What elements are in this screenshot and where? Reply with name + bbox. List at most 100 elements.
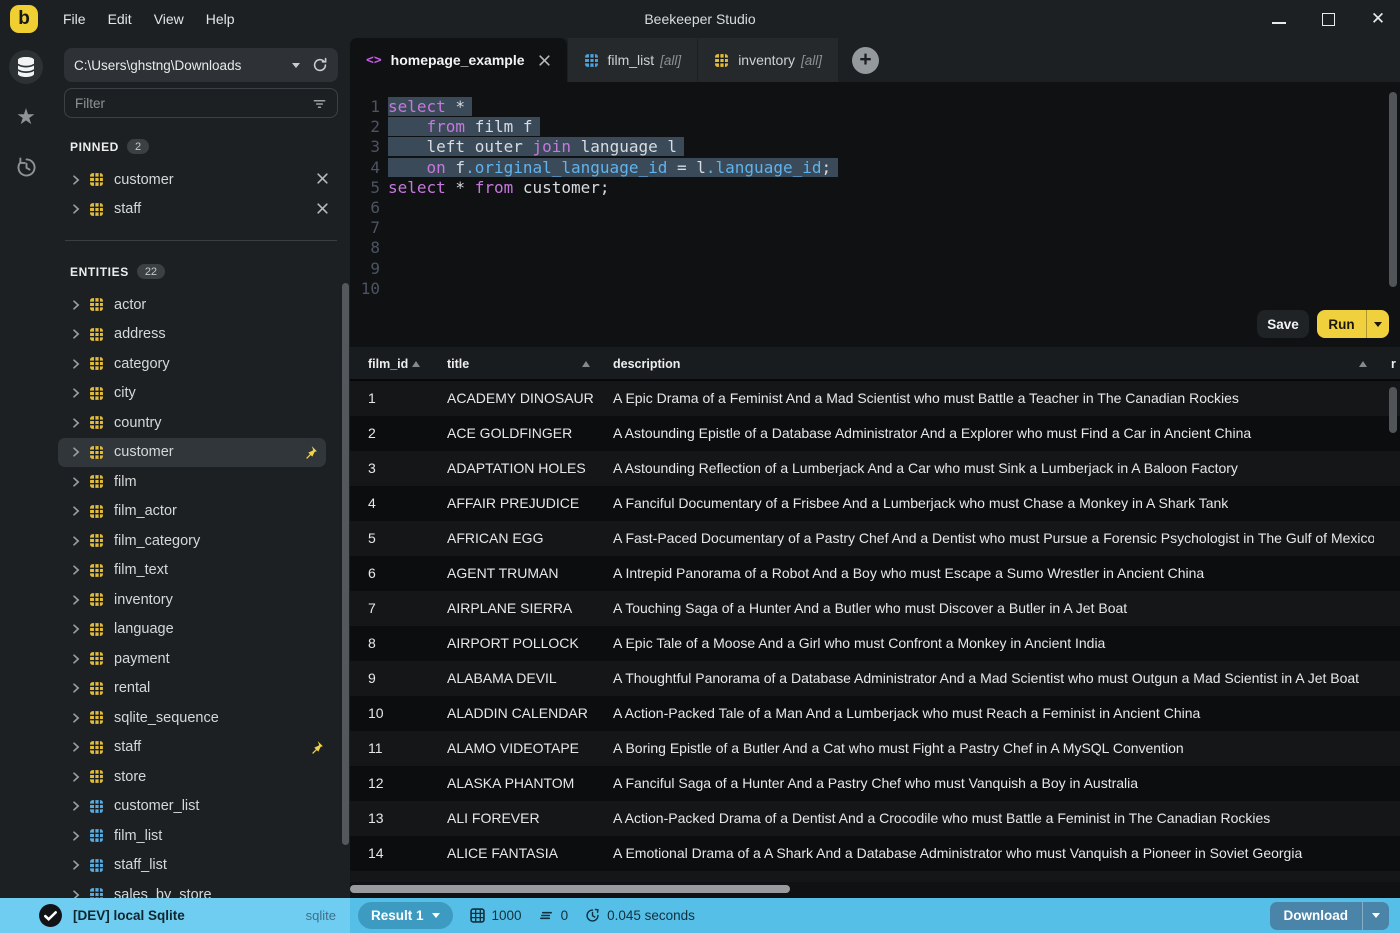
table-row[interactable]: 2 ACE GOLDFINGER A Astounding Epistle of a…	[350, 416, 1400, 451]
sidebar-item-rental[interactable]: rental	[52, 674, 350, 704]
chevron-right-icon[interactable]	[70, 417, 82, 429]
sidebar-item-staff_list[interactable]: staff_list	[52, 851, 350, 881]
minimize-icon[interactable]	[1272, 15, 1286, 24]
menu-view[interactable]: View	[143, 7, 195, 31]
chevron-right-icon[interactable]	[70, 653, 82, 665]
entity-filter[interactable]	[64, 88, 338, 118]
table-row[interactable]: 14 ALICE FANTASIA A Emotional Drama of a A…	[350, 836, 1400, 871]
table-row[interactable]: 1 ACADEMY DINOSAUR A Epic Drama of a Femin…	[350, 381, 1400, 416]
tab-inventory[interactable]: inventory [all]	[698, 38, 839, 82]
sidebar-item-film_text[interactable]: film_text	[52, 556, 350, 586]
maximize-icon[interactable]	[1321, 12, 1335, 26]
table-row[interactable]: 13 ALI FOREVER A Action-Packed Drama of a …	[350, 801, 1400, 836]
chevron-right-icon[interactable]	[70, 203, 82, 215]
chevron-right-icon[interactable]	[70, 830, 82, 842]
table-row[interactable]: 12 ALASKA PHANTOM A Fanciful Saga of a Hun…	[350, 766, 1400, 801]
chevron-right-icon[interactable]	[70, 299, 82, 311]
sidebar-item-customer[interactable]: customer	[58, 437, 326, 467]
sidebar-scrollbar[interactable]	[342, 283, 349, 845]
sidebar-item-sales_by_store[interactable]: sales_by_store	[52, 880, 350, 898]
save-button[interactable]: Save	[1257, 310, 1309, 338]
chevron-right-icon[interactable]	[70, 859, 82, 871]
sidebar-item-address[interactable]: address	[52, 320, 350, 350]
column-header-title[interactable]: title	[447, 347, 469, 381]
sort-asc-icon[interactable]	[412, 361, 420, 367]
download-label[interactable]: Download	[1270, 908, 1363, 923]
chevron-right-icon[interactable]	[70, 800, 82, 812]
chevron-right-icon[interactable]	[70, 771, 82, 783]
chevron-right-icon[interactable]	[70, 741, 82, 753]
chevron-right-icon[interactable]	[70, 682, 82, 694]
pin-icon[interactable]	[303, 445, 318, 460]
chevron-right-icon[interactable]	[70, 387, 82, 399]
sort-asc-icon[interactable]	[1359, 361, 1367, 367]
chevron-right-icon[interactable]	[70, 358, 82, 370]
editor-scrollbar[interactable]	[1389, 92, 1397, 287]
sidebar-item-actor[interactable]: actor	[52, 290, 350, 320]
chevron-right-icon[interactable]	[70, 446, 82, 458]
chevron-right-icon[interactable]	[70, 712, 82, 724]
table-row[interactable]: 8 AIRPORT POLLOCK A Epic Tale of a Moose A…	[350, 626, 1400, 661]
sidebar-item-film[interactable]: film	[52, 467, 350, 497]
menu-file[interactable]: File	[52, 7, 97, 31]
pinned-item-customer[interactable]: customer	[52, 165, 350, 195]
filter-input[interactable]	[75, 95, 312, 111]
chevron-right-icon[interactable]	[70, 505, 82, 517]
database-icon[interactable]	[9, 50, 43, 84]
sidebar-item-staff[interactable]: staff	[52, 733, 350, 763]
pin-icon[interactable]	[309, 740, 324, 755]
sidebar-item-inventory[interactable]: inventory	[52, 585, 350, 615]
run-label[interactable]: Run	[1317, 317, 1366, 332]
connection-selector[interactable]: C:\Users\ghstng\Downloads	[64, 48, 338, 82]
run-dropdown[interactable]	[1366, 310, 1389, 338]
sidebar-item-film_actor[interactable]: film_actor	[52, 497, 350, 527]
sidebar-item-category[interactable]: category	[52, 349, 350, 379]
column-header-partial[interactable]: r	[1391, 347, 1396, 381]
download-dropdown[interactable]	[1362, 901, 1389, 930]
download-button[interactable]: Download	[1269, 901, 1389, 930]
tab-homepage_example[interactable]: <> homepage_example	[350, 38, 567, 82]
unpin-close-icon[interactable]	[316, 172, 330, 186]
menu-help[interactable]: Help	[195, 7, 246, 31]
table-row[interactable]: 3 ADAPTATION HOLES A Astounding Reflection…	[350, 451, 1400, 486]
column-header-film_id[interactable]: film_id	[368, 347, 408, 381]
run-button[interactable]: Run	[1317, 310, 1389, 338]
chevron-right-icon[interactable]	[70, 535, 82, 547]
pinned-item-staff[interactable]: staff	[52, 195, 350, 225]
table-row[interactable]: 10 ALADDIN CALENDAR A Action-Packed Tale o…	[350, 696, 1400, 731]
results-horizontal-scrollbar[interactable]	[350, 885, 790, 893]
close-icon[interactable]: ✕	[1370, 9, 1386, 28]
table-row[interactable]: 7 AIRPLANE SIERRA A Touching Saga of a Hun…	[350, 591, 1400, 626]
chevron-right-icon[interactable]	[70, 594, 82, 606]
tab-film_list[interactable]: film_list [all]	[567, 38, 698, 82]
table-row[interactable]: 9 ALABAMA DEVIL A Thoughtful Panorama of a…	[350, 661, 1400, 696]
sidebar-item-city[interactable]: city	[52, 379, 350, 409]
menu-edit[interactable]: Edit	[97, 7, 143, 31]
sql-editor[interactable]: 1 2 3 4 5 6 7 8 9 10 select * from film f left ou…	[350, 82, 1400, 306]
sidebar-item-customer_list[interactable]: customer_list	[52, 792, 350, 822]
sidebar-item-film_list[interactable]: film_list	[52, 821, 350, 851]
sidebar-item-sqlite_sequence[interactable]: sqlite_sequence	[52, 703, 350, 733]
table-row[interactable]: 4 AFFAIR PREJUDICE A Fanciful Documentary …	[350, 486, 1400, 521]
unpin-close-icon[interactable]	[316, 202, 330, 216]
table-row[interactable]: 11 ALAMO VIDEOTAPE A Boring Epistle of a B…	[350, 731, 1400, 766]
table-row[interactable]: 5 AFRICAN EGG A Fast-Paced Documentary of …	[350, 521, 1400, 556]
sql-code[interactable]: select * from film f left outer join lan…	[388, 97, 1380, 299]
chevron-right-icon[interactable]	[70, 623, 82, 635]
chevron-right-icon[interactable]	[70, 328, 82, 340]
sidebar-item-payment[interactable]: payment	[52, 644, 350, 674]
column-header-description[interactable]: description	[613, 347, 680, 381]
connection-status[interactable]: [DEV] local Sqlite sqlite	[0, 898, 350, 933]
sort-asc-icon[interactable]	[582, 361, 590, 367]
table-row[interactable]: 6 AGENT TRUMAN A Intrepid Panorama of a Ro…	[350, 556, 1400, 591]
refresh-icon[interactable]	[312, 57, 328, 73]
chevron-right-icon[interactable]	[70, 564, 82, 576]
sidebar-item-film_category[interactable]: film_category	[52, 526, 350, 556]
new-tab-button[interactable]: +	[852, 46, 880, 74]
history-icon[interactable]	[9, 150, 43, 184]
results-vertical-scrollbar[interactable]	[1389, 387, 1397, 433]
tab-close-icon[interactable]	[538, 54, 551, 67]
table-row[interactable]: 15 ALIEN CENTER A Brilliant Drama of a Cat…	[350, 871, 1400, 882]
chevron-right-icon[interactable]	[70, 174, 82, 186]
result-selector[interactable]: Result 1	[358, 902, 453, 929]
